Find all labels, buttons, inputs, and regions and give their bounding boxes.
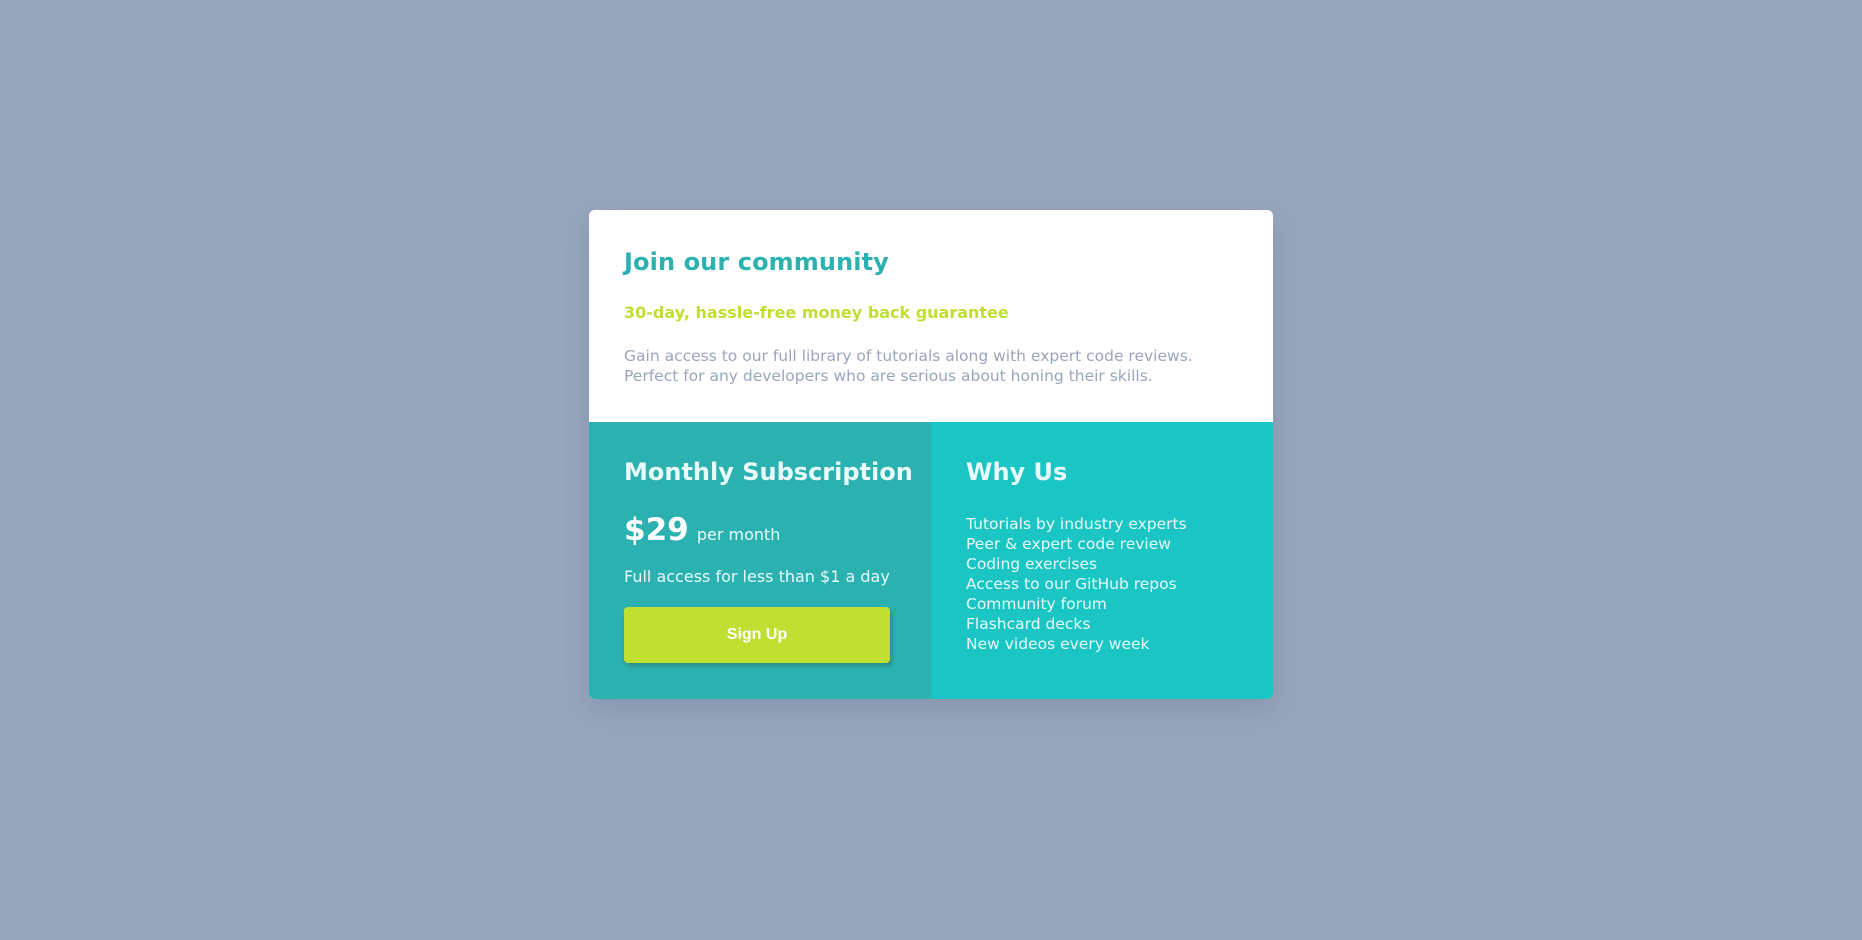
guarantee-text: 30-day, hassle-free money back guarantee: [624, 303, 1009, 322]
feature-item: Flashcard decks: [966, 615, 1091, 633]
card-header-section: Join our community 30-day, hassle-free m…: [589, 210, 1273, 422]
feature-item: Peer & expert code review: [966, 535, 1171, 553]
price-row: $29 per month: [624, 512, 780, 548]
price-period: per month: [696, 525, 781, 544]
subscription-title: Monthly Subscription: [624, 458, 913, 486]
feature-item: Community forum: [966, 595, 1107, 613]
feature-item: Coding exercises: [966, 555, 1098, 573]
sign-up-button[interactable]: Sign Up: [624, 607, 890, 663]
price-amount: $29: [624, 512, 689, 548]
card-title: Join our community: [624, 248, 889, 276]
feature-item: Tutorials by industry experts: [966, 515, 1187, 533]
feature-list: Tutorials by industry experts Peer & exp…: [966, 514, 1187, 654]
card-description: Gain access to our full library of tutor…: [624, 347, 1193, 385]
feature-item: Access to our GitHub repos: [966, 575, 1177, 593]
subscription-note: Full access for less than $1 a day: [624, 567, 890, 586]
pricing-card: Join our community 30-day, hassle-free m…: [589, 210, 1273, 699]
why-us-title: Why Us: [966, 458, 1068, 486]
why-us-section: Why Us Tutorials by industry experts Pee…: [931, 422, 1273, 699]
subscription-section: Monthly Subscription $29 per month Full …: [589, 422, 931, 699]
feature-item: New videos every week: [966, 635, 1150, 653]
